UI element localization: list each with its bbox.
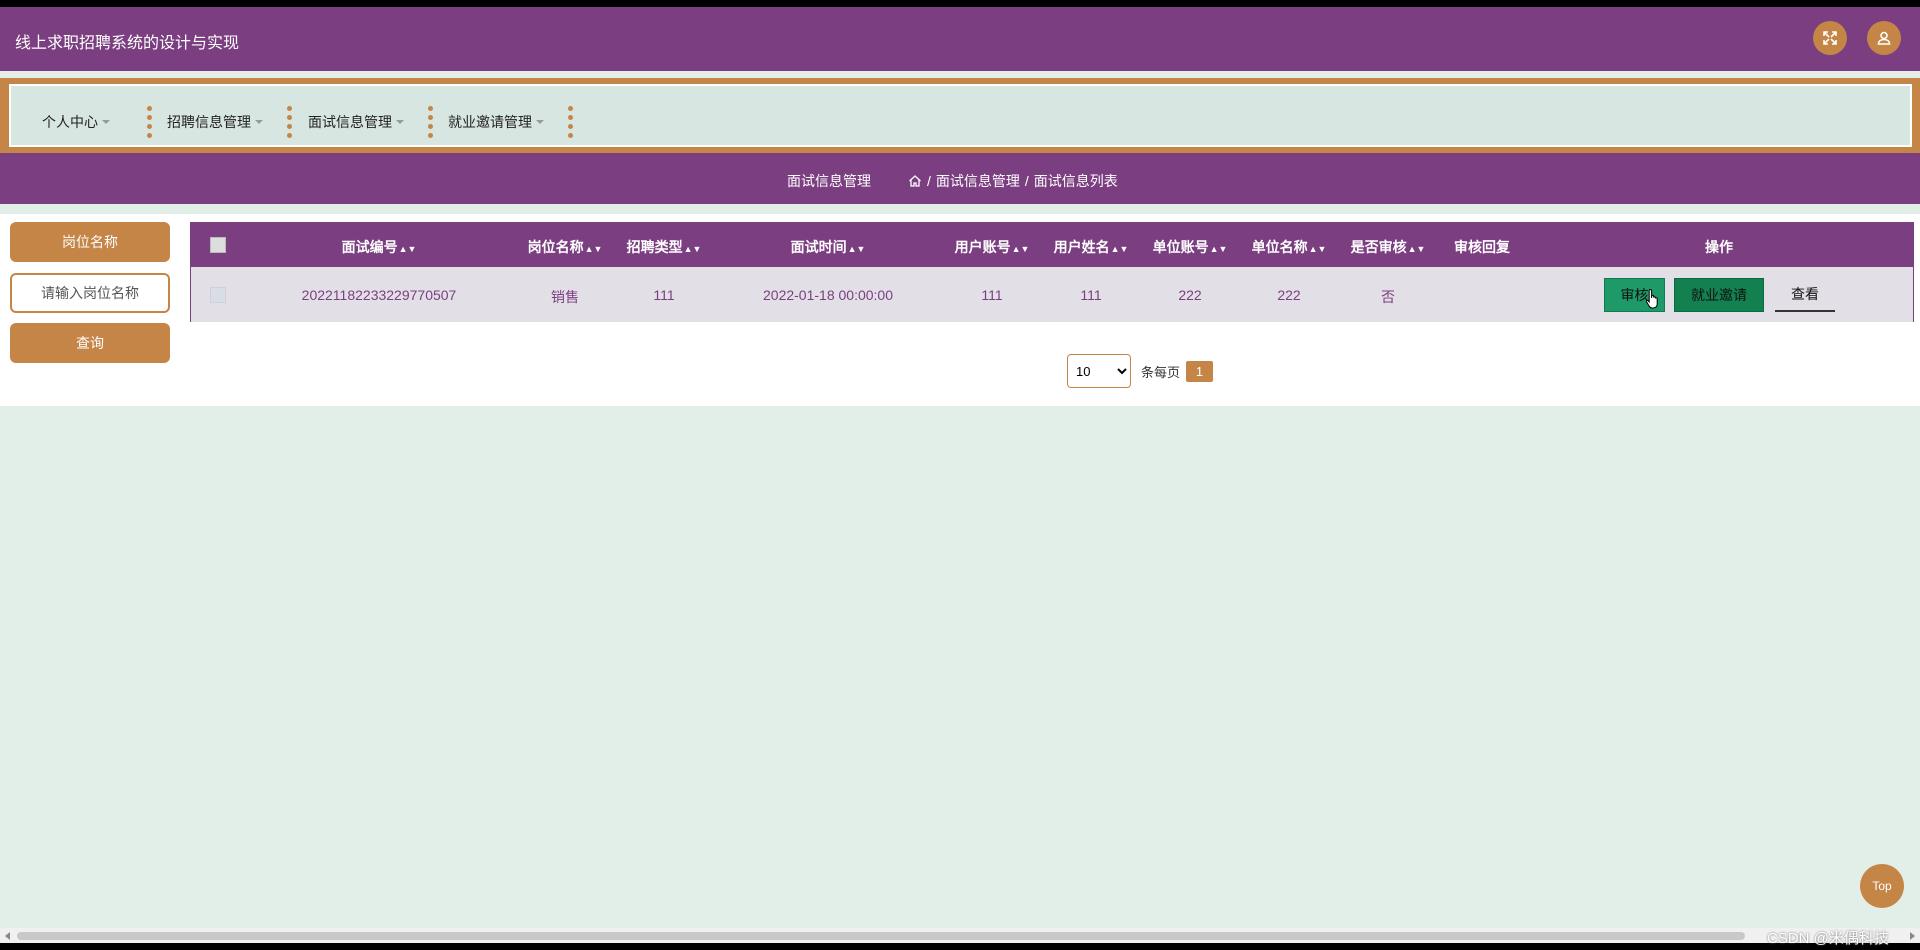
table-cell: 222	[1178, 287, 1202, 303]
horizontal-scrollbar[interactable]	[0, 928, 1920, 943]
select-all-checkbox[interactable]	[210, 237, 226, 253]
column-header[interactable]: 用户姓名▲▼	[1054, 237, 1129, 257]
home-icon[interactable]	[908, 174, 922, 188]
search-label: 岗位名称	[10, 222, 170, 262]
nav-item-label: 面试信息管理	[308, 114, 392, 130]
column-header[interactable]: 面试时间▲▼	[791, 237, 866, 257]
user-icon	[1877, 31, 1891, 45]
column-header[interactable]: 单位名称▲▼	[1252, 237, 1327, 257]
nav-inner: 个人中心 招聘信息管理 面试信息管理 就业邀请管理	[9, 84, 1912, 147]
sort-icon: ▲▼	[1407, 244, 1426, 254]
nav-item-label: 个人中心	[42, 114, 98, 130]
page-size-select[interactable]: 10	[1067, 354, 1131, 388]
sort-icon: ▲▼	[1209, 244, 1228, 254]
breadcrumb-item[interactable]: 面试信息管理	[936, 171, 1020, 191]
table-cell: 111	[981, 287, 1003, 303]
nav-item-interview[interactable]: 面试信息管理	[308, 112, 404, 132]
separator-dots-icon	[567, 106, 573, 138]
chevron-down-icon	[255, 120, 263, 124]
breadcrumb-separator: /	[927, 173, 931, 189]
separator-dots-icon	[286, 106, 292, 138]
nav-bar: 个人中心 招聘信息管理 面试信息管理 就业邀请管理	[0, 78, 1920, 153]
column-header[interactable]: 招聘类型▲▼	[627, 237, 702, 257]
scroll-right-icon[interactable]	[1910, 932, 1915, 940]
column-header[interactable]: 面试编号▲▼	[342, 237, 417, 257]
breadcrumb-bar: 面试信息管理 / 面试信息管理 / 面试信息列表	[0, 153, 1920, 204]
separator-dots-icon	[146, 106, 152, 138]
table-row: 20221182233229770507 销售 111 2022-01-18 0…	[191, 267, 1913, 322]
table-cell: 222	[1277, 287, 1301, 303]
app-title: 线上求职招聘系统的设计与实现	[15, 35, 240, 52]
table-cell: 2022-01-18 00:00:00	[763, 287, 893, 303]
column-header[interactable]: 单位账号▲▼	[1153, 237, 1228, 257]
pagination: 10 条每页 1	[1067, 354, 1214, 388]
table-cell: 111	[1080, 287, 1102, 303]
back-to-top-button[interactable]: Top	[1860, 864, 1904, 908]
per-page-label: 条每页	[1141, 364, 1181, 380]
table-cell: 111	[653, 287, 675, 303]
sort-icon: ▲▼	[584, 244, 603, 254]
sort-icon: ▲▼	[1011, 244, 1030, 254]
column-header[interactable]: 是否审核▲▼	[1351, 237, 1426, 257]
table-cell: 销售	[551, 289, 579, 305]
page: 线上求职招聘系统的设计与实现 个人中心 招聘信息管理 面试信息管理 就业邀请管理…	[0, 7, 1920, 947]
scroll-left-icon[interactable]	[5, 932, 10, 940]
column-header: 审核回复	[1454, 239, 1510, 255]
nav-item-label: 就业邀请管理	[448, 114, 532, 130]
table-cell: 20221182233229770507	[301, 287, 457, 303]
user-button[interactable]	[1867, 21, 1901, 55]
column-header[interactable]: 用户账号▲▼	[955, 237, 1030, 257]
nav-item-employment-invite[interactable]: 就业邀请管理	[448, 112, 544, 132]
view-button[interactable]: 查看	[1775, 278, 1835, 312]
top-bar: 线上求职招聘系统的设计与实现	[0, 7, 1920, 71]
breadcrumb-item: 面试信息列表	[1033, 173, 1118, 189]
fullscreen-button[interactable]	[1813, 21, 1847, 55]
employment-invite-button[interactable]: 就业邀请	[1674, 278, 1764, 312]
search-input[interactable]	[10, 273, 170, 313]
breadcrumb: / 面试信息管理 / 面试信息列表	[908, 171, 1118, 191]
breadcrumb-separator: /	[1024, 173, 1029, 189]
fullscreen-icon	[1823, 31, 1837, 45]
scrollbar-thumb[interactable]	[17, 932, 1745, 940]
sort-icon: ▲▼	[847, 244, 866, 254]
chevron-down-icon	[102, 120, 110, 124]
page-number-button[interactable]: 1	[1186, 360, 1214, 382]
hand-cursor-icon	[1645, 288, 1658, 309]
sort-icon: ▲▼	[1110, 244, 1129, 254]
table-cell: 否	[1381, 289, 1395, 305]
table-header: 面试编号▲▼ 岗位名称▲▼ 招聘类型▲▼ 面试时间▲▼ 用户账号▲▼ 用户姓名▲…	[191, 223, 1913, 267]
row-checkbox[interactable]	[210, 287, 226, 303]
nav-item-label: 招聘信息管理	[167, 114, 251, 130]
page-title: 面试信息管理	[787, 173, 871, 189]
separator-dots-icon	[427, 106, 433, 138]
content-area: 岗位名称 查询 面试编号▲▼ 岗位名称▲▼ 招聘类型▲▼ 面试时间▲▼ 用户账号…	[0, 214, 1920, 406]
data-table: 面试编号▲▼ 岗位名称▲▼ 招聘类型▲▼ 面试时间▲▼ 用户账号▲▼ 用户姓名▲…	[190, 222, 1914, 322]
chevron-down-icon	[396, 120, 404, 124]
column-header: 操作	[1705, 239, 1733, 255]
search-button[interactable]: 查询	[10, 323, 170, 363]
sort-icon: ▲▼	[1308, 244, 1327, 254]
nav-item-personal-center[interactable]: 个人中心	[42, 112, 110, 132]
column-header[interactable]: 岗位名称▲▼	[528, 237, 603, 257]
sort-icon: ▲▼	[683, 244, 702, 254]
watermark: CSDN @米偶科技	[1767, 930, 1889, 947]
nav-item-recruitment[interactable]: 招聘信息管理	[167, 112, 263, 132]
sort-icon: ▲▼	[398, 244, 417, 254]
chevron-down-icon	[536, 120, 544, 124]
